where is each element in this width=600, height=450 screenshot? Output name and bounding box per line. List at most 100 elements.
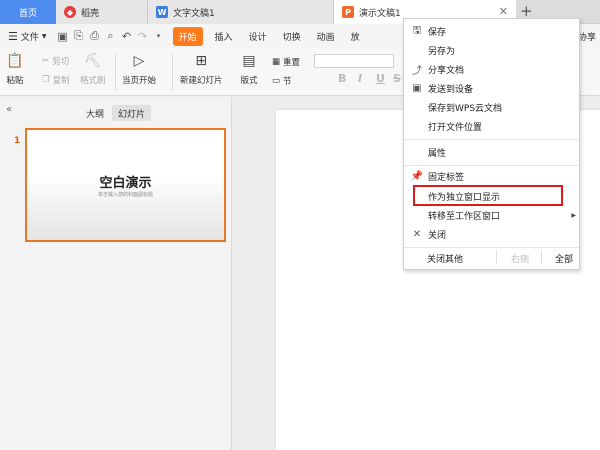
hamburger-icon: ☰ xyxy=(8,29,18,43)
menu-item-move-workspace[interactable]: 转移至工作区窗口 ▶ xyxy=(404,206,579,225)
layout-button[interactable]: ▤ 版式 xyxy=(240,52,258,86)
layout-icon: ▤ xyxy=(242,53,256,69)
format-painter-label: 格式刷 xyxy=(80,76,106,86)
tab-slideshow[interactable]: 放 xyxy=(343,30,368,43)
reset-button[interactable]: ▦ 重置 xyxy=(272,56,300,68)
tab-transition[interactable]: 切换 xyxy=(275,30,309,43)
cut-label: 剪切 xyxy=(52,57,70,67)
menu-item-save-as[interactable]: 另存为 xyxy=(404,41,579,60)
underline-button[interactable]: U xyxy=(376,72,385,85)
strikethrough-button[interactable]: S xyxy=(393,72,401,85)
writer-icon: W xyxy=(156,6,168,18)
reset-icon: ▦ xyxy=(272,57,281,67)
clipboard-icon: 📋 xyxy=(6,53,24,69)
tab-slides[interactable]: 幻灯片 xyxy=(112,105,152,121)
divider xyxy=(172,54,173,90)
tab-context-menu: 🖫 保存 另存为 ⤴ 分享文档 ▣ 发送到设备 保存到WPS云文档 打开文件位置… xyxy=(403,18,580,270)
section-label: 节 xyxy=(283,77,292,87)
menu-item-properties[interactable]: 属性 xyxy=(404,143,579,162)
scissors-icon: ✂ xyxy=(42,56,50,66)
reset-label: 重置 xyxy=(283,58,301,68)
new-slide-icon: ⊞ xyxy=(195,53,208,69)
menu-item-label: 保存到WPS云文档 xyxy=(428,104,503,114)
slide-number: 1 xyxy=(14,136,21,146)
save-icon: 🖫 xyxy=(412,25,422,36)
save-quick-icon[interactable]: ▣ xyxy=(55,28,71,44)
format-painter-button[interactable]: ⛏ 格式刷 xyxy=(80,52,106,86)
divider xyxy=(496,250,497,264)
tab-animation[interactable]: 动画 xyxy=(309,30,343,43)
play-icon: ▷ xyxy=(133,53,145,69)
menu-item-label: 另存为 xyxy=(428,47,456,57)
slide-thumbnail[interactable]: 空白演示 单击输入您的封面副标题 xyxy=(25,128,226,242)
bold-button[interactable]: B xyxy=(338,72,346,85)
play-current-button[interactable]: ▷ 当页开始 xyxy=(122,52,156,86)
file-menu[interactable]: ☰ 文件 ▼ xyxy=(0,30,55,43)
tab-start[interactable]: 开始 xyxy=(172,26,203,46)
close-tab-icon[interactable]: ✕ xyxy=(499,5,508,18)
tab-insert[interactable]: 插入 xyxy=(207,30,241,43)
redo-icon[interactable]: ↷ xyxy=(135,28,151,44)
slide-thumb-title: 空白演示 xyxy=(99,176,152,191)
menu-item-label: 分享文档 xyxy=(428,66,465,76)
print-quick-icon[interactable]: ⎙ xyxy=(87,28,103,44)
menu-separator xyxy=(404,139,579,140)
new-slide-button[interactable]: ⊞ 新建幻灯片 xyxy=(180,52,223,86)
tab-outline[interactable]: 大纲 xyxy=(80,105,110,121)
new-slide-label: 新建幻灯片 xyxy=(180,76,223,86)
quick-more-icon[interactable]: ▾ xyxy=(151,28,167,44)
play-current-label: 当页开始 xyxy=(122,76,157,86)
menu-item-label: 打开文件位置 xyxy=(428,123,483,133)
send-device-icon: ▣ xyxy=(412,83,422,94)
tab-doc[interactable]: W 文字文稿1 xyxy=(148,0,334,24)
menu-item-close[interactable]: ✕ 关闭 xyxy=(404,225,579,244)
daoke-icon: ◆ xyxy=(64,6,76,18)
chevron-down-icon: ▼ xyxy=(41,32,47,40)
font-name-input[interactable] xyxy=(314,54,394,68)
close-all-button[interactable]: 全部 xyxy=(555,252,573,265)
menu-item-send-device[interactable]: ▣ 发送到设备 xyxy=(404,79,579,98)
tab-design[interactable]: 设计 xyxy=(241,30,275,43)
menu-item-label: 转移至工作区窗口 xyxy=(428,212,501,222)
tab-daoke-label: 稻壳 xyxy=(81,8,100,19)
italic-button[interactable]: I xyxy=(358,72,362,85)
share-icon: ⤴ xyxy=(412,66,422,77)
menu-item-label: 发送到设备 xyxy=(428,85,474,95)
presentation-icon: P xyxy=(342,6,354,18)
menu-item-label: 属性 xyxy=(428,149,447,159)
menu-item-save[interactable]: 🖫 保存 xyxy=(404,22,579,41)
highlight-box xyxy=(413,185,563,206)
paste-label: 粘贴 xyxy=(6,76,24,86)
menu-item-open-location[interactable]: 打开文件位置 xyxy=(404,117,579,136)
menu-item-share[interactable]: ⤴ 分享文档 xyxy=(404,60,579,79)
layout-label: 版式 xyxy=(240,76,258,86)
close-others-button[interactable]: 关闭其他 xyxy=(427,252,463,265)
section-button[interactable]: ▭ 节 xyxy=(272,75,292,87)
tab-ppt-label: 演示文稿1 xyxy=(359,8,401,19)
cut-button[interactable]: ✂ 剪切 xyxy=(42,55,69,67)
tab-home[interactable]: 首页 xyxy=(0,0,56,24)
menu-item-save-cloud[interactable]: 保存到WPS云文档 xyxy=(404,98,579,117)
slide-pane: « 大纲 幻灯片 1 空白演示 单击输入您的封面副标题 xyxy=(0,97,232,450)
section-icon: ▭ xyxy=(272,76,281,86)
file-menu-label: 文件 xyxy=(20,32,39,43)
close-icon: ✕ xyxy=(412,229,422,240)
paste-button[interactable]: 📋 粘贴 xyxy=(6,52,24,86)
brush-icon: ⛏ xyxy=(83,53,102,69)
undo-icon[interactable]: ↶ xyxy=(119,28,135,44)
preview-quick-icon[interactable]: ⌕ xyxy=(103,28,119,44)
export-quick-icon[interactable]: ⎘ xyxy=(71,28,87,44)
copy-label: 复制 xyxy=(52,76,70,86)
copy-button[interactable]: ❐ 复制 xyxy=(42,74,70,86)
divider xyxy=(541,250,542,264)
tab-daoke[interactable]: ◆ 稻壳 xyxy=(56,0,148,24)
share-button[interactable]: 协享 xyxy=(578,30,596,43)
slide-thumb-subtitle: 单击输入您的封面副标题 xyxy=(97,192,153,198)
collapse-pane-icon[interactable]: « xyxy=(6,104,12,115)
divider xyxy=(115,54,116,90)
menu-item-pin-tab[interactable]: 📌 固定标签 xyxy=(404,167,579,186)
close-right-button: 右侧 xyxy=(511,255,530,265)
copy-icon: ❐ xyxy=(42,75,50,85)
menu-item-label: 固定标签 xyxy=(428,173,465,183)
menu-item-label: 关闭 xyxy=(428,231,447,241)
